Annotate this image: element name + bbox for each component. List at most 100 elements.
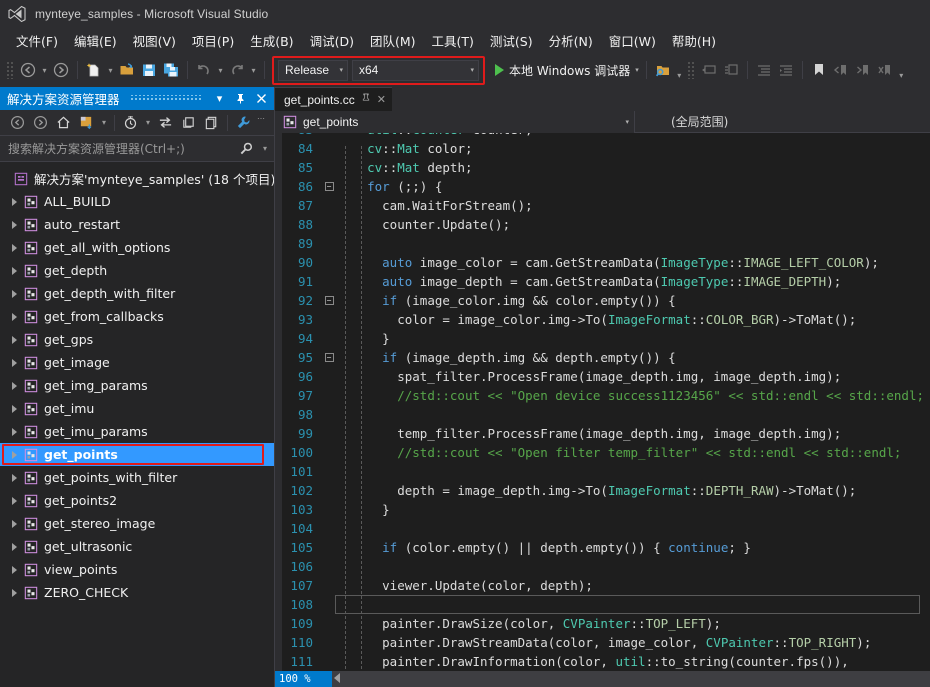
horizontal-scrollbar[interactable] (332, 671, 930, 687)
code-line[interactable]: 109 painter.DrawSize(color, CVPainter::T… (275, 614, 930, 633)
code-line[interactable]: 96 spat_filter.ProcessFrame(image_depth.… (275, 367, 930, 386)
code-line[interactable]: 85 cv::Mat depth; (275, 158, 930, 177)
expand-arrow-icon[interactable] (6, 466, 22, 489)
redo-icon[interactable] (226, 58, 248, 82)
solution-platform-combo[interactable]: x64 ▾ (352, 59, 479, 81)
next-bookmark-icon[interactable] (852, 58, 874, 82)
switch-views-dropdown-icon[interactable]: ▾ (98, 112, 110, 134)
pending-changes-dropdown-icon[interactable]: ▾ (142, 112, 154, 134)
solution-tree-item-get-points[interactable]: get_points (0, 443, 274, 466)
outlining-margin[interactable] (321, 557, 337, 576)
menu-test[interactable]: 测试(S) (482, 28, 541, 54)
expand-arrow-icon[interactable] (6, 443, 22, 466)
solution-tree-item-get-imu[interactable]: get_imu (0, 397, 274, 420)
solution-tree-item-get-points-with-filter[interactable]: get_points_with_filter (0, 466, 274, 489)
show-all-files-icon[interactable] (177, 112, 200, 134)
menu-window[interactable]: 窗口(W) (601, 28, 664, 54)
expand-arrow-icon[interactable] (6, 213, 22, 236)
solution-root-node[interactable]: 解决方案'mynteye_samples' (18 个项目) (0, 167, 274, 190)
expand-arrow-icon[interactable] (6, 512, 22, 535)
expand-arrow-icon[interactable] (6, 489, 22, 512)
collapse-region-icon[interactable]: − (324, 353, 334, 362)
new-item-icon[interactable] (83, 58, 105, 82)
sync-with-active-document-icon[interactable] (154, 112, 177, 134)
outlining-margin[interactable] (321, 614, 337, 633)
solution-configuration-combo[interactable]: Release ▾ (278, 59, 348, 81)
expand-arrow-icon[interactable] (6, 558, 22, 581)
solution-tree-item-get-depth[interactable]: get_depth (0, 259, 274, 282)
forward-icon[interactable] (29, 112, 52, 134)
expand-arrow-icon[interactable] (6, 397, 22, 420)
outlining-margin[interactable] (321, 519, 337, 538)
solution-tree-item-get-imu-params[interactable]: get_imu_params (0, 420, 274, 443)
code-line[interactable]: 87 cam.WaitForStream(); (275, 196, 930, 215)
solution-tree-item-get-depth-with-filter[interactable]: get_depth_with_filter (0, 282, 274, 305)
collapse-region-icon[interactable]: − (324, 182, 334, 191)
code-line[interactable]: 106 (275, 557, 930, 576)
code-line[interactable]: 99 temp_filter.ProcessFrame(image_depth.… (275, 424, 930, 443)
outlining-margin[interactable] (321, 595, 337, 614)
outlining-margin[interactable] (321, 234, 337, 253)
solution-tree-item-get-stereo-image[interactable]: get_stereo_image (0, 512, 274, 535)
menu-team[interactable]: 团队(M) (362, 28, 424, 54)
code-line[interactable]: 90 auto image_color = cam.GetStreamData(… (275, 253, 930, 272)
code-line[interactable]: 101 (275, 462, 930, 481)
outlining-margin[interactable] (321, 215, 337, 234)
search-icon[interactable] (235, 138, 258, 160)
expand-arrow-icon[interactable] (6, 259, 22, 282)
navigate-back-icon[interactable] (17, 58, 39, 82)
code-line[interactable]: 104 (275, 519, 930, 538)
code-line[interactable]: 91 auto image_depth = cam.GetStreamData(… (275, 272, 930, 291)
overflow-icon[interactable]: ⋯ (255, 112, 267, 134)
navigate-back-dropdown-icon[interactable]: ▾ (39, 58, 50, 82)
outlining-margin[interactable]: − (321, 177, 337, 196)
outlining-margin[interactable] (321, 253, 337, 272)
solution-tree-item-get-image[interactable]: get_image (0, 351, 274, 374)
home-icon[interactable] (52, 112, 75, 134)
tab-get-points-cc[interactable]: get_points.cc ✕ (275, 87, 392, 111)
code-line[interactable]: 110 painter.DrawStreamData(color, image_… (275, 633, 930, 652)
undo-icon[interactable] (193, 58, 215, 82)
outlining-margin[interactable] (321, 329, 337, 348)
back-icon[interactable] (6, 112, 29, 134)
code-line[interactable]: 93 color = image_color.img->To(ImageForm… (275, 310, 930, 329)
new-item-dropdown-icon[interactable]: ▾ (105, 58, 116, 82)
solution-tree-item-auto-restart[interactable]: auto_restart (0, 213, 274, 236)
outlining-margin[interactable]: − (321, 291, 337, 310)
redo-dropdown-icon[interactable]: ▾ (248, 58, 259, 82)
code-line[interactable]: 111 painter.DrawInformation(color, util:… (275, 652, 930, 671)
bookmark-icon[interactable] (808, 58, 830, 82)
outlining-margin[interactable] (321, 424, 337, 443)
outlining-margin[interactable] (321, 652, 337, 671)
zoom-level-control[interactable]: 100 % (275, 671, 332, 687)
outlining-margin[interactable] (321, 272, 337, 291)
solution-tree-item-get-gps[interactable]: get_gps (0, 328, 274, 351)
find-in-files-icon[interactable] (652, 58, 674, 82)
expand-arrow-icon[interactable] (6, 420, 22, 443)
code-line[interactable]: 84 cv::Mat color; (275, 139, 930, 158)
close-icon[interactable] (253, 89, 270, 109)
start-debugging-button[interactable]: 本地 Windows 调试器 ▾ (493, 58, 641, 82)
solution-tree-item-get-from-callbacks[interactable]: get_from_callbacks (0, 305, 274, 328)
outlining-margin[interactable] (321, 367, 337, 386)
outlining-margin[interactable] (321, 633, 337, 652)
menu-project[interactable]: 项目(P) (184, 28, 242, 54)
solution-tree-item-view-points[interactable]: view_points (0, 558, 274, 581)
outlining-margin[interactable] (321, 310, 337, 329)
clear-bookmarks-icon[interactable] (874, 58, 896, 82)
switch-views-icon[interactable] (75, 112, 98, 134)
outlining-margin[interactable] (321, 538, 337, 557)
code-line[interactable]: 94 } (275, 329, 930, 348)
outlining-margin[interactable] (321, 405, 337, 424)
solution-tree-item-get-ultrasonic[interactable]: get_ultrasonic (0, 535, 274, 558)
project-scope-combo[interactable]: get_points ▾ (275, 110, 635, 133)
expand-arrow-icon[interactable] (6, 581, 22, 604)
close-icon[interactable]: ✕ (377, 93, 386, 106)
code-line[interactable]: 98 (275, 405, 930, 424)
collapse-region-icon[interactable]: − (324, 296, 334, 305)
expand-arrow-icon[interactable] (6, 374, 22, 397)
menu-edit[interactable]: 编辑(E) (66, 28, 125, 54)
solution-tree-item-all-build[interactable]: ALL_BUILD (0, 190, 274, 213)
comment-selection-icon[interactable] (698, 58, 720, 82)
solution-tree-item-get-img-params[interactable]: get_img_params (0, 374, 274, 397)
